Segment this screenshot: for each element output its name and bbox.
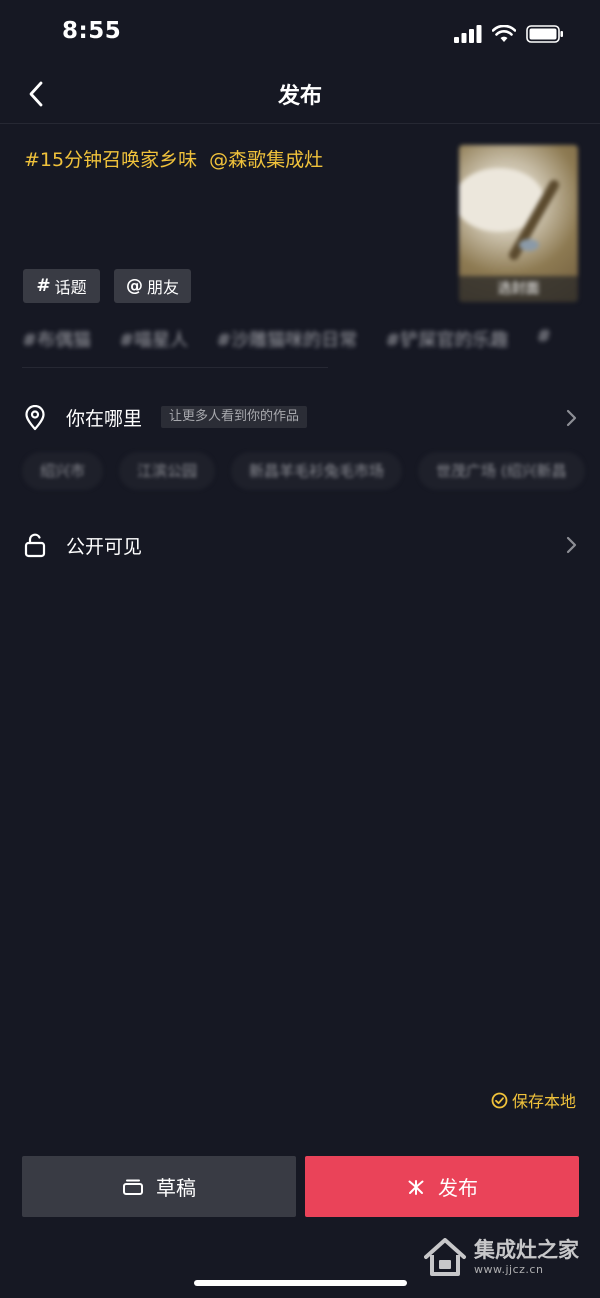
location-label: 你在哪里 [66, 408, 143, 430]
location-chip[interactable]: 世茂广场 (绍兴新昌 [418, 452, 585, 490]
sparkle-icon [408, 1179, 424, 1195]
save-local-label: 保存本地 [511, 1092, 576, 1111]
watermark-url: www.jjcz.cn [474, 1262, 544, 1276]
location-suggestions: 绍兴市 江滨公园 新昌羊毛衫兔毛市场 世茂广场 (绍兴新昌 [22, 452, 600, 490]
caption-input[interactable]: #15分钟召唤家乡味 @森歌集成灶 [24, 146, 434, 174]
watermark: 集成灶之家 www.jjcz.cn [422, 1232, 582, 1282]
caption-mention[interactable]: @森歌集成灶 [209, 149, 323, 171]
wifi-icon [492, 25, 516, 42]
location-chip[interactable]: 绍兴市 [22, 452, 104, 490]
status-icons [454, 22, 564, 46]
suggested-hashtag[interactable]: #喵星人 [119, 326, 188, 356]
status-time: 8:55 [62, 18, 122, 44]
at-icon: @ [125, 276, 143, 296]
suggested-hashtag[interactable]: # [536, 326, 551, 356]
suggested-hashtag[interactable]: #铲屎官的乐趣 [385, 326, 508, 356]
suggest-divider [22, 367, 328, 368]
suggested-hashtag[interactable]: #沙雕猫咪的日常 [216, 326, 357, 356]
signal-icon [454, 25, 482, 43]
battery-icon [526, 25, 563, 43]
suggested-hashtag[interactable]: #布偶猫 [22, 326, 91, 356]
unlock-icon [24, 533, 46, 558]
select-cover-label: 选封面 [459, 276, 578, 302]
draft-button[interactable]: 草稿 [22, 1156, 296, 1217]
watermark-title: 集成灶之家 [474, 1237, 579, 1262]
topic-button-label: 话题 [54, 278, 87, 297]
publish-button-label: 发布 [438, 1176, 478, 1200]
friend-button[interactable]: @ 朋友 [114, 269, 191, 303]
location-row[interactable]: 你在哪里 让更多人看到你的作品 [0, 398, 600, 440]
suggested-hashtags: #布偶猫 #喵星人 #沙雕猫咪的日常 #铲屎官的乐趣 # [22, 326, 600, 356]
location-chip[interactable]: 新昌羊毛衫兔毛市场 [231, 452, 403, 490]
visibility-row[interactable]: 公开可见 [0, 524, 600, 566]
caption-hashtag[interactable]: #15分钟召唤家乡味 [24, 149, 197, 171]
save-local-toggle[interactable]: 保存本地 [491, 1088, 576, 1112]
chevron-right-icon [566, 409, 577, 427]
visibility-label: 公开可见 [66, 536, 143, 558]
draft-icon [123, 1179, 143, 1195]
publish-button[interactable]: 发布 [305, 1156, 579, 1217]
house-logo-icon [424, 1238, 466, 1276]
location-hint: 让更多人看到你的作品 [161, 406, 308, 428]
location-pin-icon [25, 405, 45, 431]
draft-button-label: 草稿 [156, 1176, 196, 1200]
cover-thumbnail[interactable]: 选封面 [459, 145, 578, 302]
page-title: 发布 [277, 84, 322, 109]
chevron-right-icon [566, 536, 577, 554]
header-divider [0, 123, 600, 124]
hashtag-icon: # [36, 276, 51, 296]
check-circle-icon [491, 1092, 508, 1108]
topic-button[interactable]: # 话题 [23, 269, 100, 303]
location-chip[interactable]: 江滨公园 [119, 452, 216, 490]
friend-button-label: 朋友 [146, 278, 179, 297]
home-indicator [194, 1280, 407, 1286]
